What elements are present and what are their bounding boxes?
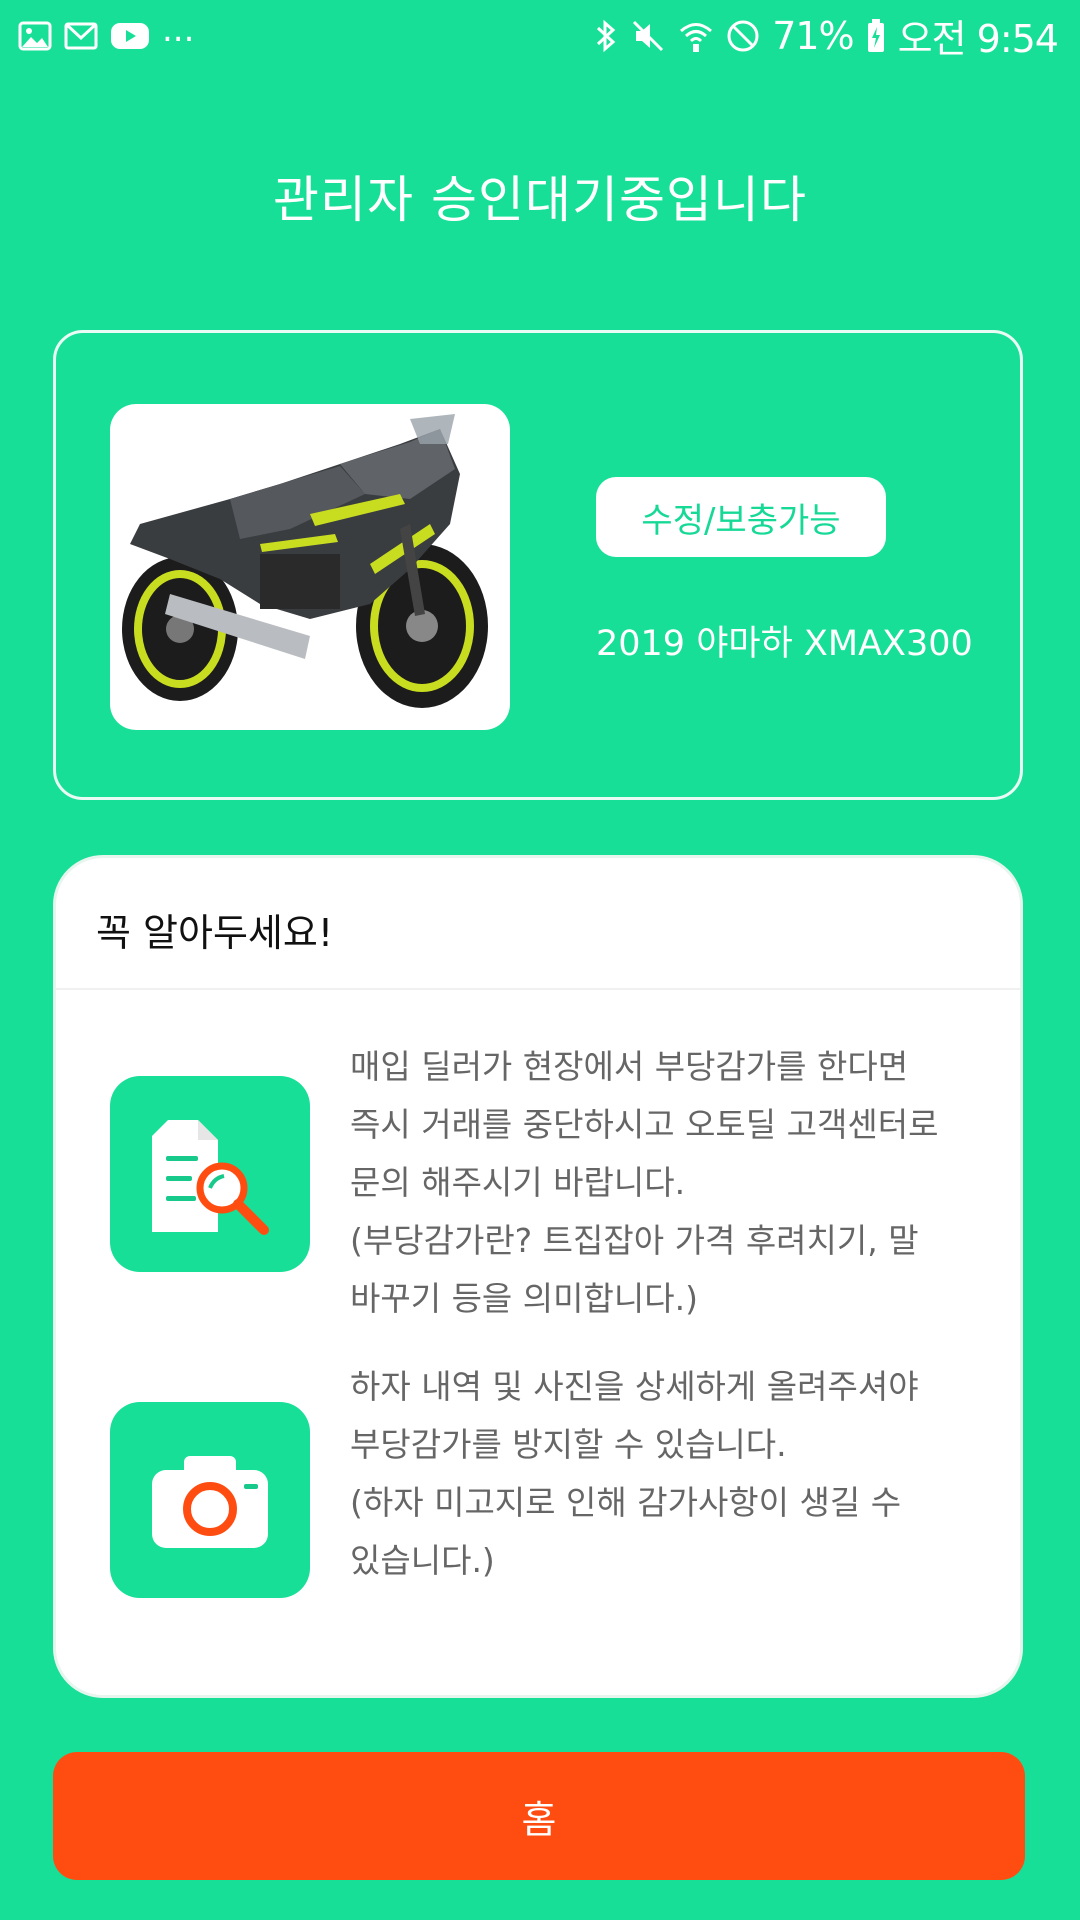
page-title: 관리자 승인대기중입니다	[273, 171, 807, 229]
status-chip[interactable]: 수정/보충가능	[596, 477, 886, 557]
vehicle-card[interactable]: 수정/보충가능 2019 야마하 XMAX300	[53, 330, 1023, 800]
battery-charging-icon	[866, 18, 886, 54]
notification-overflow: ...	[162, 10, 195, 50]
status-bar-left: ...	[18, 10, 194, 54]
do-not-disturb-icon	[726, 19, 760, 53]
notice-title: 꼭 알아두세요!	[96, 911, 334, 955]
notice-item-1-icon-box	[110, 1076, 310, 1272]
gmail-icon	[64, 19, 98, 50]
notice-item-1-text: 매입 딜러가 현장에서 부당감가를 한다면 즉시 거래를 중단하시고 오토딜 고…	[350, 1047, 939, 1318]
clock: 오전 9:54	[897, 17, 1059, 61]
status-bar-right: 71% 오전 9:54	[594, 8, 1059, 63]
notice-item-2-icon-box	[110, 1402, 310, 1598]
camera-icon	[110, 1456, 310, 1602]
gallery-icon	[18, 19, 52, 51]
notice-divider	[56, 988, 1020, 990]
battery-percent: 71%	[772, 13, 854, 58]
notice-item-2-text: 하자 내역 및 사진을 상세하게 올려주셔야 부당감가를 방지할 수 있습니다.…	[350, 1367, 919, 1580]
vehicle-photo	[110, 404, 510, 730]
youtube-icon	[110, 19, 150, 49]
bluetooth-icon	[594, 18, 618, 54]
home-button[interactable]: 홈	[53, 1752, 1025, 1880]
notice-card: 꼭 알아두세요! 매입 딜러가 현장에서 부당감가를 한다면 즉시 거래를 중단…	[53, 855, 1023, 1698]
status-bar: ... 71% 오전 9:54	[0, 0, 1080, 68]
mute-icon	[630, 18, 666, 54]
motorcycle-image	[122, 414, 488, 708]
document-search-icon	[110, 1120, 310, 1276]
vehicle-name: 2019 야마하 XMAX300	[596, 624, 973, 664]
wifi-icon	[678, 18, 714, 54]
